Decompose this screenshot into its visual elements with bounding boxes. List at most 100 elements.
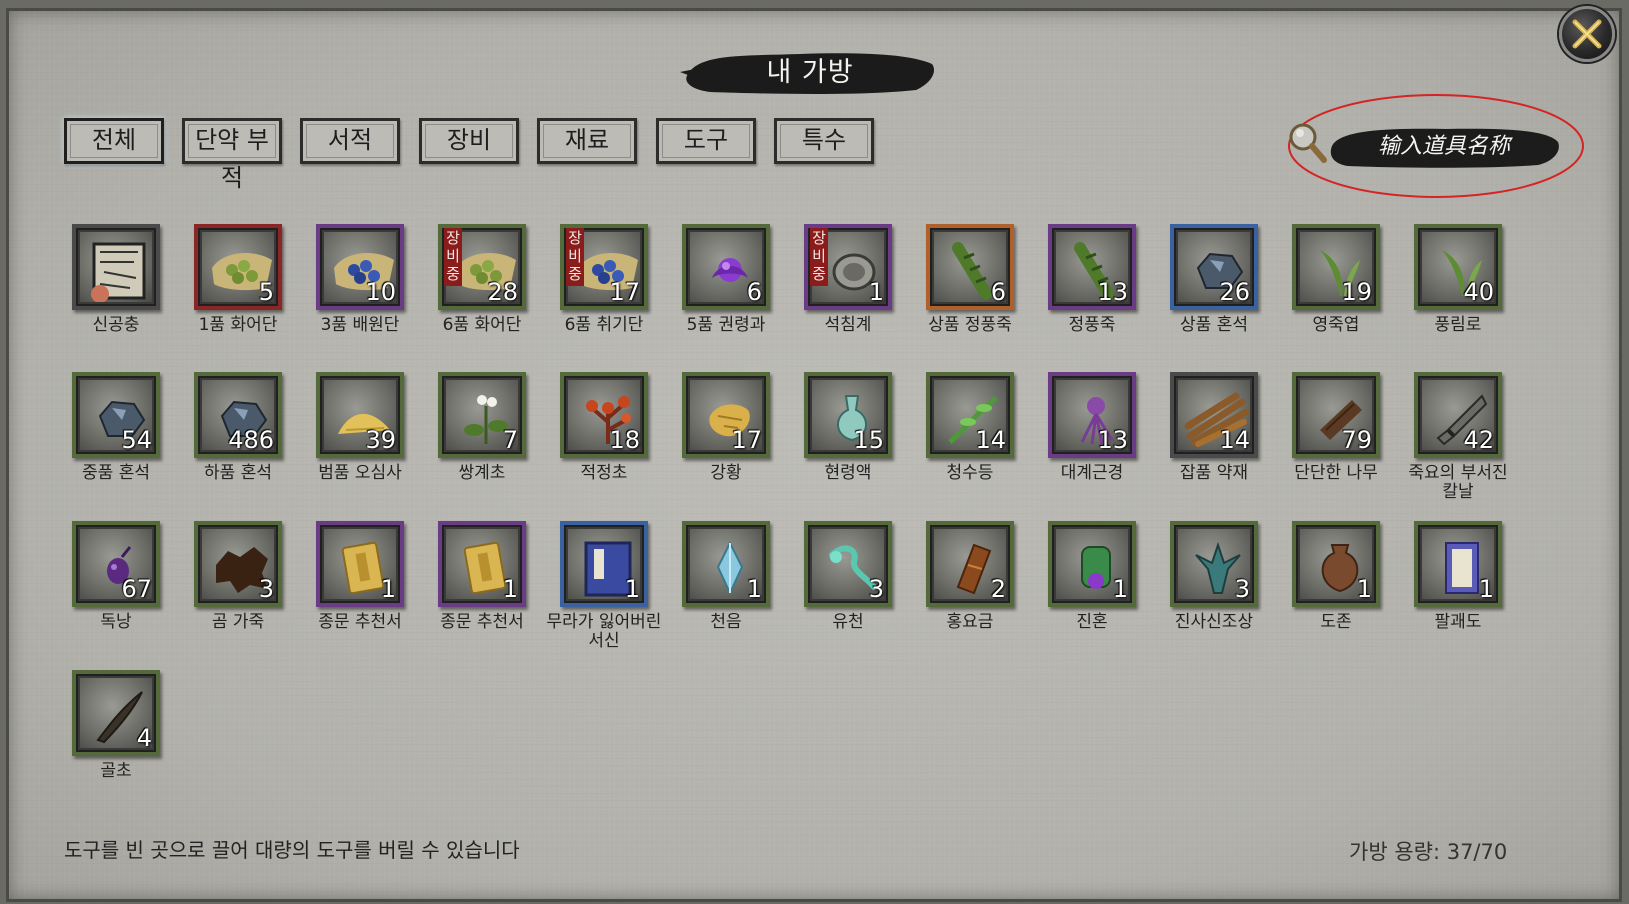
- item-slot[interactable]: 17: [682, 372, 770, 458]
- item-count: 79: [1341, 426, 1372, 454]
- inventory-item[interactable]: 장 비 중 28 6품 화어단: [422, 224, 542, 364]
- item-slot[interactable]: 1: [1048, 521, 1136, 607]
- inventory-item[interactable]: 40 풍림로: [1398, 224, 1518, 364]
- inventory-item[interactable]: 1 도존: [1276, 521, 1396, 661]
- item-slot[interactable]: 15: [804, 372, 892, 458]
- item-slot[interactable]: 장 비 중 28: [438, 224, 526, 310]
- inventory-item[interactable]: 39 범품 오심사: [300, 372, 420, 512]
- item-slot[interactable]: [72, 224, 160, 310]
- inventory-item[interactable]: 17 강황: [666, 372, 786, 512]
- item-count: 5: [258, 278, 274, 306]
- item-slot[interactable]: 10: [316, 224, 404, 310]
- inventory-item[interactable]: 13 정풍죽: [1032, 224, 1152, 364]
- item-slot[interactable]: 54: [72, 372, 160, 458]
- item-slot[interactable]: 19: [1292, 224, 1380, 310]
- tab-4[interactable]: 재료: [537, 118, 637, 164]
- tab-2[interactable]: 서적: [300, 118, 400, 164]
- inventory-item[interactable]: 7 쌍계초: [422, 372, 542, 512]
- item-slot[interactable]: 3: [1170, 521, 1258, 607]
- inventory-item[interactable]: 1 팔괘도: [1398, 521, 1518, 661]
- item-slot[interactable]: 1: [682, 521, 770, 607]
- inventory-item[interactable]: 1 천음: [666, 521, 786, 661]
- item-slot[interactable]: 13: [1048, 372, 1136, 458]
- inventory-item[interactable]: 신공충: [56, 224, 176, 364]
- item-slot[interactable]: 7: [438, 372, 526, 458]
- item-slot[interactable]: 26: [1170, 224, 1258, 310]
- inventory-item[interactable]: 3 유천: [788, 521, 908, 661]
- item-name: 6품 취기단: [564, 315, 644, 335]
- inventory-item[interactable]: 54 중품 혼석: [56, 372, 176, 512]
- inventory-item[interactable]: 6 5품 권령과: [666, 224, 786, 364]
- tab-5[interactable]: 도구: [656, 118, 756, 164]
- item-count: 2: [990, 575, 1006, 603]
- item-slot[interactable]: 14: [1170, 372, 1258, 458]
- inventory-item[interactable]: 2 홍요금: [910, 521, 1030, 661]
- inventory-item[interactable]: 1 무라가 잃어버린 서신: [544, 521, 664, 661]
- item-slot[interactable]: 486: [194, 372, 282, 458]
- item-slot[interactable]: 장비중 1: [804, 224, 892, 310]
- equipped-badge: 장비중: [444, 228, 462, 286]
- inventory-item[interactable]: 42 죽요의 부서진 칼날: [1398, 372, 1518, 512]
- item-slot[interactable]: 4: [72, 670, 160, 756]
- item-slot[interactable]: 1: [316, 521, 404, 607]
- item-count: 6: [990, 278, 1006, 306]
- inventory-item[interactable]: 3 진사신조상: [1154, 521, 1274, 661]
- inventory-item[interactable]: 1 진혼: [1032, 521, 1152, 661]
- item-slot[interactable]: 3: [194, 521, 282, 607]
- inventory-item[interactable]: 14 청수등: [910, 372, 1030, 512]
- item-slot[interactable]: 6: [682, 224, 770, 310]
- item-slot[interactable]: 39: [316, 372, 404, 458]
- item-slot[interactable]: 13: [1048, 224, 1136, 310]
- item-count: 1: [1478, 575, 1494, 603]
- item-slot[interactable]: 14: [926, 372, 1014, 458]
- item-count: 14: [1219, 426, 1250, 454]
- close-button[interactable]: [1559, 6, 1615, 62]
- item-slot[interactable]: 장 비 중 17: [560, 224, 648, 310]
- inventory-item[interactable]: 79 단단한 나무: [1276, 372, 1396, 512]
- magnifier-icon[interactable]: [1286, 118, 1330, 168]
- inventory-item[interactable]: 10 3품 배원단: [300, 224, 420, 364]
- inventory-item[interactable]: 장 비 중 1 석침계: [788, 224, 908, 364]
- item-count: 42: [1463, 426, 1494, 454]
- item-slot[interactable]: 6: [926, 224, 1014, 310]
- item-count: 1: [624, 575, 640, 603]
- inventory-item[interactable]: 5 1품 화어단: [178, 224, 298, 364]
- inventory-item[interactable]: 486 하품 혼석: [178, 372, 298, 512]
- inventory-item[interactable]: 4 골초: [56, 670, 176, 810]
- item-slot[interactable]: 79: [1292, 372, 1380, 458]
- inventory-item[interactable]: 1 종문 추천서: [300, 521, 420, 661]
- item-slot[interactable]: 1: [1292, 521, 1380, 607]
- inventory-item[interactable]: 18 적정초: [544, 372, 664, 512]
- item-slot[interactable]: 1: [1414, 521, 1502, 607]
- item-slot[interactable]: 5: [194, 224, 282, 310]
- item-name: 잡품 약재: [1180, 463, 1248, 483]
- item-slot[interactable]: 3: [804, 521, 892, 607]
- item-slot[interactable]: 2: [926, 521, 1014, 607]
- item-count: 3: [258, 575, 274, 603]
- inventory-item[interactable]: 13 대계근경: [1032, 372, 1152, 512]
- tab-0[interactable]: 전체: [64, 118, 164, 164]
- inventory-item[interactable]: 1 종문 추천서: [422, 521, 542, 661]
- item-slot[interactable]: 67: [72, 521, 160, 607]
- item-count: 1: [1356, 575, 1372, 603]
- inventory-item[interactable]: 26 상품 혼석: [1154, 224, 1274, 364]
- item-slot[interactable]: 18: [560, 372, 648, 458]
- inventory-item[interactable]: 장 비 중 17 6품 취기단: [544, 224, 664, 364]
- inventory-item[interactable]: 19 영죽엽: [1276, 224, 1396, 364]
- item-slot[interactable]: 1: [560, 521, 648, 607]
- inventory-item[interactable]: 15 현령액: [788, 372, 908, 512]
- inventory-item[interactable]: 6 상품 정풍죽: [910, 224, 1030, 364]
- item-slot[interactable]: 1: [438, 521, 526, 607]
- search-input[interactable]: 输入道具名称: [1326, 124, 1562, 170]
- inventory-item[interactable]: 14 잡품 약재: [1154, 372, 1274, 512]
- inventory-item[interactable]: 67 독낭: [56, 521, 176, 661]
- tab-1[interactable]: 단약 부적: [182, 118, 282, 192]
- inventory-item[interactable]: 3 곰 가죽: [178, 521, 298, 661]
- item-slot[interactable]: 42: [1414, 372, 1502, 458]
- item-count: 54: [121, 426, 152, 454]
- tab-6[interactable]: 특수: [774, 118, 874, 164]
- equipped-badge-char: 중: [812, 265, 826, 283]
- search-box[interactable]: 输入道具名称: [1286, 92, 1586, 200]
- item-slot[interactable]: 40: [1414, 224, 1502, 310]
- tab-3[interactable]: 장비: [419, 118, 519, 164]
